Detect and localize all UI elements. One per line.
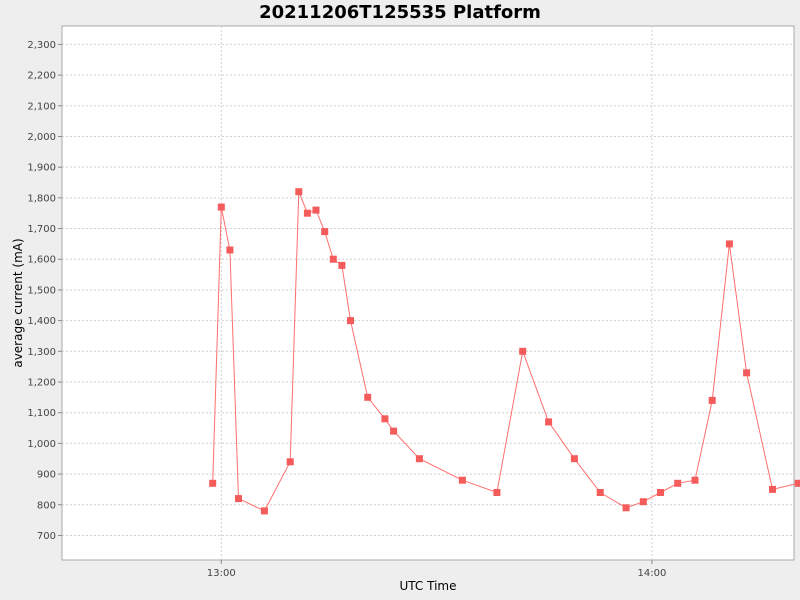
y-tick-label: 1,000	[27, 439, 56, 450]
y-tick-label: 700	[37, 531, 56, 542]
data-point	[725, 240, 733, 248]
y-tick-label: 2,100	[27, 101, 56, 112]
data-point	[295, 188, 303, 196]
data-point	[458, 476, 466, 484]
y-tick-label: 2,200	[27, 71, 56, 82]
data-point	[303, 209, 311, 217]
y-tick-label: 1,300	[27, 347, 56, 358]
y-tick-label: 1,600	[27, 255, 56, 266]
data-point	[217, 203, 225, 211]
y-tick-label: 900	[37, 470, 56, 481]
data-point	[381, 415, 389, 423]
data-point	[209, 479, 217, 487]
data-point	[312, 206, 320, 214]
data-point	[570, 455, 578, 463]
data-point	[622, 504, 630, 512]
y-tick-label: 1,800	[27, 193, 56, 204]
data-point	[674, 479, 682, 487]
data-point	[226, 246, 234, 254]
data-point	[519, 347, 527, 355]
data-point	[321, 228, 329, 236]
data-point	[769, 485, 776, 493]
data-point	[260, 507, 268, 515]
data-point	[364, 393, 372, 401]
data-point	[347, 317, 354, 325]
data-point	[657, 489, 664, 496]
data-point	[338, 261, 346, 269]
x-tick-label: 13:00	[207, 568, 236, 579]
y-tick-label: 1,700	[27, 224, 56, 235]
data-point	[691, 476, 699, 484]
data-point	[545, 418, 553, 426]
data-point	[596, 489, 604, 496]
x-axis-label: UTC Time	[400, 579, 457, 593]
y-tick-label: 1,500	[27, 285, 56, 296]
chart-title: 20211206T125535 Platform	[259, 2, 541, 23]
data-point	[286, 458, 294, 466]
data-point	[743, 369, 751, 377]
y-tick-label: 2,300	[27, 40, 56, 51]
y-tick-label: 1,200	[27, 378, 56, 389]
y-tick-label: 1,100	[27, 408, 56, 419]
y-tick-label: 2,000	[27, 132, 56, 143]
y-axis-label: average current (mA)	[11, 238, 25, 367]
data-point	[708, 396, 716, 404]
data-point	[235, 495, 242, 503]
data-point	[329, 255, 337, 263]
y-tick-label: 1,900	[27, 163, 56, 174]
data-point	[390, 427, 398, 435]
data-point	[415, 455, 423, 463]
x-tick-label: 14:00	[637, 568, 666, 579]
data-point	[794, 479, 800, 487]
data-point	[639, 498, 647, 506]
y-tick-label: 1,400	[27, 316, 56, 327]
y-tick-label: 800	[37, 500, 56, 511]
chart: 20211206T125535 Platform 700 800 900 1,000 1…	[0, 0, 800, 600]
data-point	[493, 489, 501, 496]
